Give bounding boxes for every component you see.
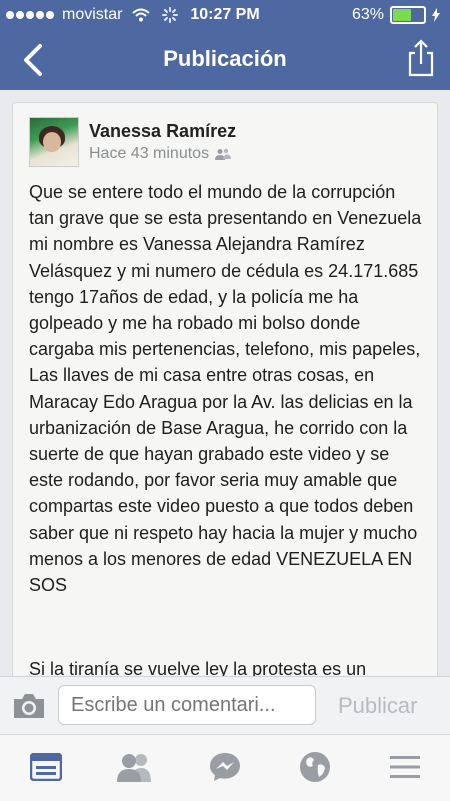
comment-bar: Publicar <box>0 676 450 735</box>
news-feed-icon <box>30 753 62 781</box>
navigation-bar: Publicación <box>0 30 450 90</box>
messenger-icon <box>210 753 240 781</box>
publish-button[interactable]: Publicar <box>338 693 417 719</box>
tab-more[interactable] <box>385 747 425 787</box>
charging-bolt-icon <box>432 8 440 22</box>
globe-icon <box>300 752 330 782</box>
menu-icon <box>390 756 420 778</box>
friends-icon <box>215 148 232 160</box>
battery-indicator: 63% <box>352 6 440 24</box>
tab-news-feed[interactable] <box>26 747 66 787</box>
friend-requests-icon <box>117 754 151 782</box>
post-author-name[interactable]: Vanessa Ramírez <box>89 121 236 142</box>
bottom-tab-bar <box>0 734 450 801</box>
tab-notifications[interactable] <box>295 747 335 787</box>
camera-icon[interactable] <box>12 691 46 721</box>
tab-friend-requests[interactable] <box>115 747 155 787</box>
post-card: Vanessa Ramírez Hace 43 minutos Que se e… <box>12 102 438 684</box>
share-icon[interactable] <box>406 38 436 78</box>
comment-input[interactable] <box>58 685 316 725</box>
page-title: Publicación <box>163 46 287 71</box>
post-body-text: Que se entere todo el mundo de la corrup… <box>29 182 422 596</box>
battery-icon <box>390 6 426 24</box>
tab-messenger[interactable] <box>205 747 245 787</box>
avatar[interactable] <box>29 117 79 167</box>
app-header: movistar 10:27 PM 63% Publicación <box>0 0 450 90</box>
post-meta: Hace 43 minutos <box>89 145 232 163</box>
post-timestamp[interactable]: Hace 43 minutos <box>89 145 209 163</box>
battery-percent: 63% <box>351 6 384 23</box>
status-bar: movistar 10:27 PM 63% <box>0 0 450 30</box>
